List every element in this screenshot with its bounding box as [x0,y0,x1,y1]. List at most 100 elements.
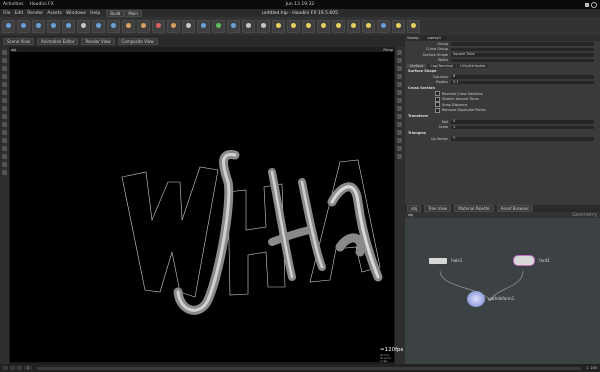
shelf-tool-camera[interactable] [257,19,270,33]
left-tool-icon[interactable] [2,170,7,175]
right-tool-icon[interactable] [397,146,402,151]
left-tool-icon[interactable] [2,66,7,71]
right-tool-icon[interactable] [397,66,402,71]
param-field[interactable]: 8 [451,74,594,79]
shelf-tool-box[interactable] [2,19,15,33]
shelf-tool-null[interactable] [77,19,90,33]
shelf-tool-circle[interactable] [107,19,120,33]
left-tool-icon[interactable] [2,130,7,135]
shelf-tool-caustic[interactable] [407,19,420,33]
node-pathdeform1[interactable]: pathdeform1 [467,291,514,307]
timeline[interactable] [37,366,582,370]
checkbox[interactable] [435,102,440,108]
left-tool-icon[interactable] [2,146,7,151]
shelf-tool-point-light[interactable] [272,19,285,33]
shelf-tool-metaball[interactable] [227,19,240,33]
right-tool-icon[interactable] [397,90,402,95]
param-field[interactable]: Y [451,136,594,141]
left-tool-icon[interactable] [2,74,7,79]
end-frame[interactable]: 240 [590,366,597,370]
view-tab[interactable]: Animation Editor [36,37,79,45]
shelf-tool-spot-light[interactable] [287,19,300,33]
network-tab[interactable]: Tree View [424,205,452,212]
left-tool-icon[interactable] [2,50,7,55]
shelf-tool-platonic[interactable] [197,19,210,33]
param-field[interactable] [451,42,594,46]
shelf-tool-area-light[interactable] [302,19,315,33]
right-tool-icon[interactable] [397,154,402,159]
network-editor[interactable]: obj Tree View Material Palette Asset Browse… [405,205,600,364]
play-button[interactable] [17,366,22,370]
view-tab[interactable]: Composite View [117,37,158,45]
param-field[interactable]: 0.1 [451,80,594,84]
right-tool-icon[interactable] [397,50,402,55]
right-tool-icon[interactable] [397,114,402,119]
checkbox-row[interactable]: Remove Duplicate Points [405,107,600,114]
right-tool-icon[interactable] [397,130,402,135]
checkbox[interactable] [435,107,440,113]
network-path[interactable]: obj [408,213,413,217]
param-field[interactable] [451,58,594,62]
left-tool-icon[interactable] [2,82,7,87]
shelf-tool-sphere[interactable] [17,19,30,33]
view-path[interactable]: obj [11,48,16,52]
network-tab[interactable]: obj [407,205,422,212]
right-tool-icon[interactable] [397,106,402,111]
right-tool-icon[interactable] [397,58,402,63]
left-tool-icon[interactable] [2,122,7,127]
stop-button[interactable] [10,366,15,370]
node-font1[interactable]: font1 [513,255,550,266]
param-field[interactable]: 1 [451,125,594,129]
left-tool-icon[interactable] [2,98,7,103]
shelf-tool-grid[interactable] [62,19,75,33]
left-tool-icon[interactable] [2,58,7,63]
network-tab[interactable]: Asset Browser [496,205,534,212]
clock[interactable]: Jun 13 19:32 [0,2,600,7]
right-tool-icon[interactable] [397,98,402,103]
shelf-tool-l-system[interactable] [212,19,225,33]
shelf-tool-spray[interactable] [152,19,165,33]
checkbox[interactable] [435,91,440,97]
node-hole1[interactable]: hole1 [429,258,462,264]
shelf-tool-path[interactable] [137,19,150,33]
left-tool-icon[interactable] [2,162,7,167]
network-tab[interactable]: Material Palette [454,205,494,212]
left-tool-icon[interactable] [2,106,7,111]
view-camera-label[interactable]: Persp [383,48,393,52]
left-tool-icon[interactable] [2,138,7,143]
right-tool-icon[interactable] [397,82,402,87]
shelf-tool-font[interactable] [182,19,195,33]
shelf-tool-geo-light[interactable] [317,19,330,33]
right-tool-icon[interactable] [397,74,402,79]
current-frame[interactable]: 1 [24,366,33,370]
scene-viewport[interactable] [10,52,394,362]
left-tool-icon[interactable] [2,114,7,119]
shelf-tool-draw[interactable] [167,19,180,33]
param-field[interactable] [451,47,594,51]
right-tool-icon[interactable] [397,138,402,143]
view-tab[interactable]: Render View [81,37,115,45]
parameter-tab[interactable]: Cap/Terminal [427,63,457,68]
view-tab[interactable]: Scene View [3,37,34,45]
shelf-tool-distant[interactable] [347,19,360,33]
shelf-tool-volume[interactable] [332,19,345,33]
shelf-tool-gi[interactable] [392,19,405,33]
left-tool-icon[interactable] [2,90,7,95]
play-reverse-button[interactable] [3,366,8,370]
left-tool-icon[interactable] [2,154,7,159]
shelf-tool-curve[interactable] [122,19,135,33]
parameter-tab[interactable]: Surface [407,63,427,68]
param-field[interactable]: 0 [451,119,594,124]
right-tool-icon[interactable] [397,122,402,127]
shelf-tool-env-light[interactable] [362,19,375,33]
checkbox[interactable] [435,96,440,102]
shelf-tool-sky[interactable] [377,19,390,33]
start-frame[interactable]: 1 [586,366,588,370]
shelf-tool-file[interactable] [242,19,255,33]
shelf-tool-torus[interactable] [47,19,60,33]
shelf-tool-line[interactable] [92,19,105,33]
node-name-field[interactable]: sweep1 [421,36,448,40]
parameter-tab[interactable]: UVs/Attributes [457,63,489,68]
param-field[interactable]: Square Tube [451,52,594,57]
shelf-tool-tube[interactable] [32,19,45,33]
